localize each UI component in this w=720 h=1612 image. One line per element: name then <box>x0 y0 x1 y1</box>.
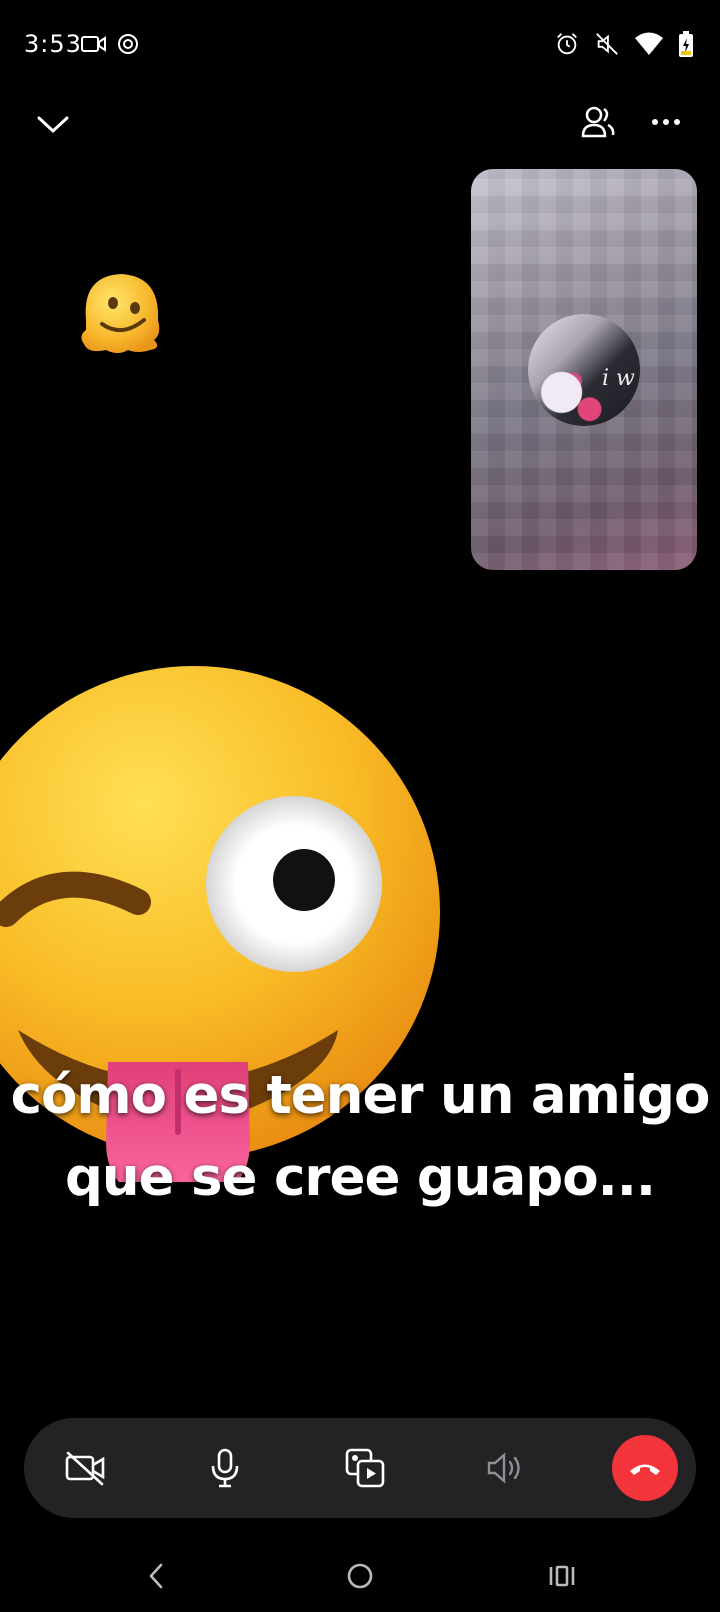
more-options-button[interactable] <box>638 94 694 150</box>
mute-icon <box>596 33 618 55</box>
speaker-button[interactable] <box>472 1435 538 1501</box>
wifi-icon <box>635 32 663 55</box>
status-bar: 3:53 <box>0 0 720 90</box>
status-time: 3:53 <box>24 30 82 58</box>
system-nav-bar <box>0 1540 720 1612</box>
call-controls-bar <box>24 1418 696 1518</box>
more-dots-icon <box>652 119 680 125</box>
camera-off-icon <box>65 1451 105 1486</box>
chevron-down-icon <box>37 116 69 134</box>
nav-home-button[interactable] <box>338 1554 382 1598</box>
microphone-button[interactable] <box>192 1435 258 1501</box>
caption-text: cómo es tener un amigo que se cree guapo… <box>0 1055 720 1219</box>
caption-line-1: cómo es tener un amigo <box>10 1065 711 1126</box>
alarm-icon <box>557 33 577 55</box>
caption-line-2: que se cree guapo... <box>64 1147 656 1208</box>
minimize-call-button[interactable] <box>25 96 81 152</box>
melting-face-emoji <box>81 274 160 353</box>
home-icon <box>347 1563 373 1589</box>
nav-recents-button[interactable] <box>540 1554 584 1598</box>
speaker-icon <box>487 1452 520 1484</box>
share-media-icon <box>345 1448 385 1488</box>
self-view-video[interactable]: i w <box>471 169 697 570</box>
add-people-icon <box>581 106 615 138</box>
microphone-icon <box>211 1448 239 1488</box>
end-call-icon <box>630 1464 660 1475</box>
camera-toggle-button[interactable] <box>52 1435 118 1501</box>
share-media-button[interactable] <box>332 1435 398 1501</box>
battery-charging-icon <box>679 31 693 57</box>
add-people-button[interactable] <box>570 94 626 150</box>
focus-ring-icon <box>118 34 138 54</box>
end-call-button[interactable] <box>612 1435 678 1501</box>
self-avatar: i w <box>528 314 640 426</box>
back-icon <box>149 1563 163 1589</box>
video-record-icon <box>81 36 106 52</box>
nav-back-button[interactable] <box>134 1554 178 1598</box>
recents-icon <box>549 1565 575 1587</box>
